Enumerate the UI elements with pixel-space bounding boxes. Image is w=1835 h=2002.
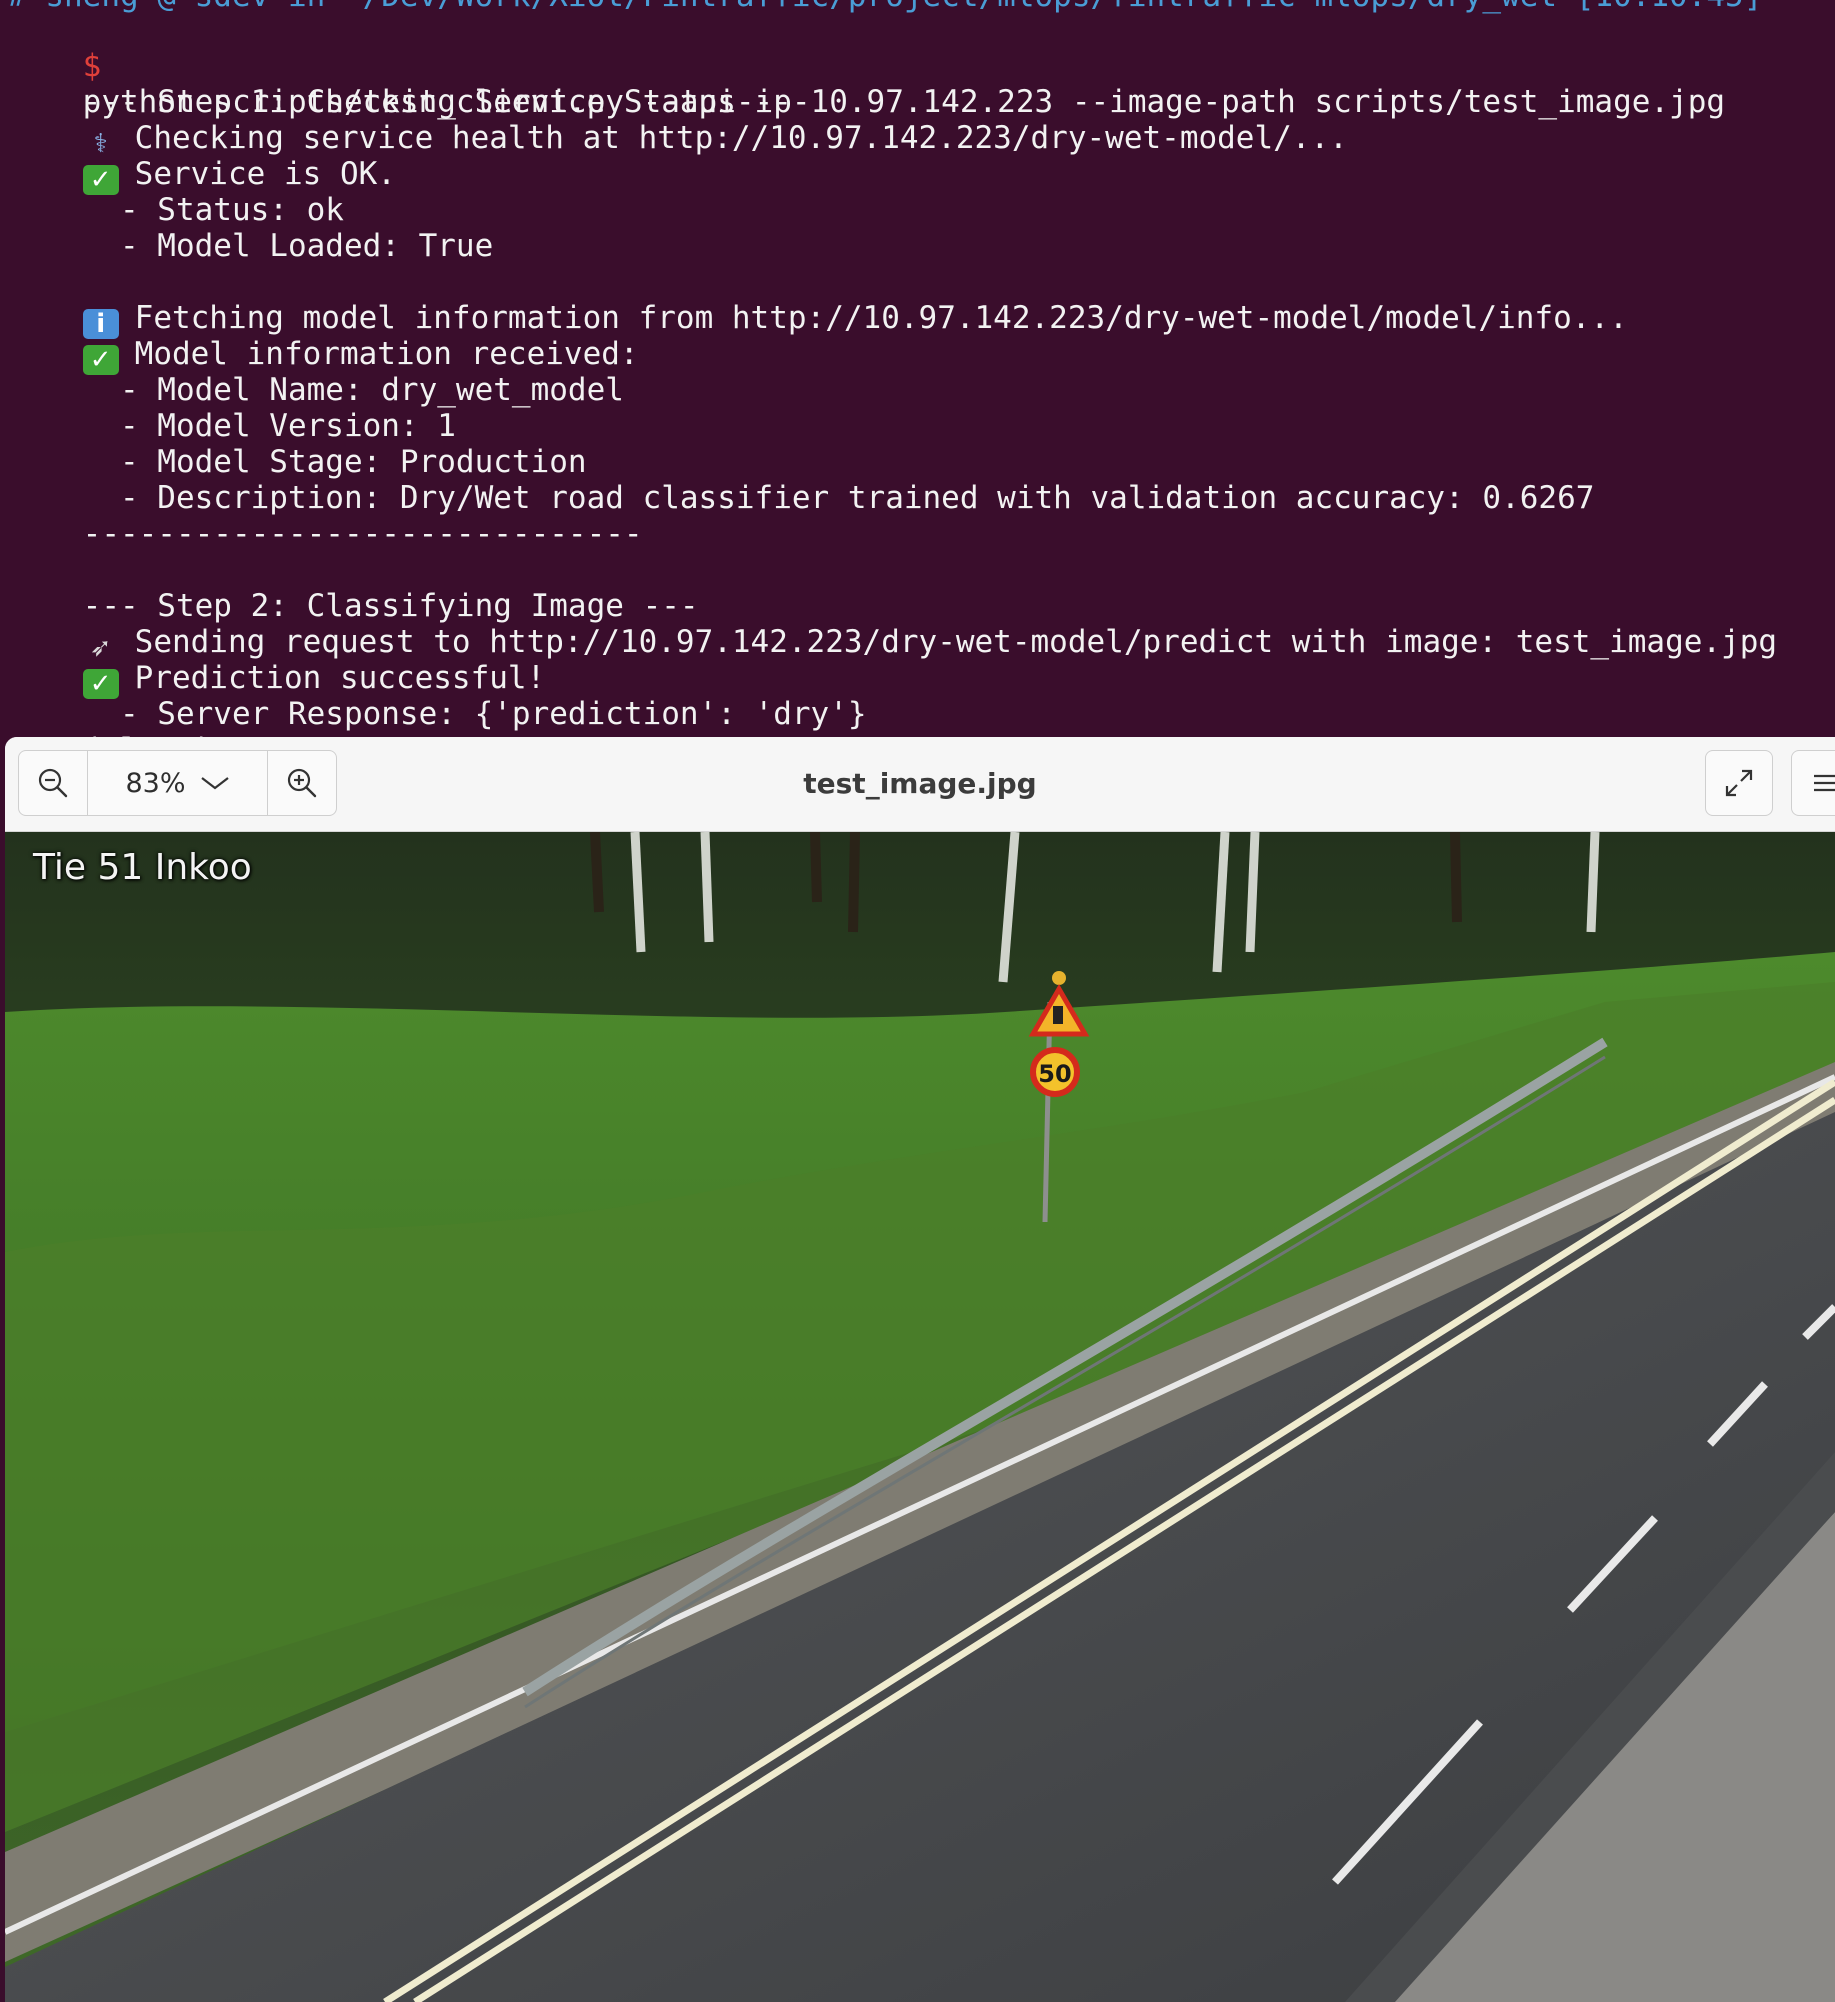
menu-button[interactable]: [1791, 750, 1835, 816]
road-camera-image[interactable]: 50: [5, 832, 1835, 2002]
model-loaded-line: - Model Loaded: True: [82, 228, 494, 264]
zoom-out-button[interactable]: [19, 751, 88, 815]
separator-line: ------------------------------: [82, 516, 643, 552]
output-line: ✓ Service is OK.: [8, 120, 396, 195]
output-line: - Model Stage: Production: [8, 408, 587, 480]
output-line: ➶ Sending request to http://10.97.142.223…: [8, 588, 1777, 663]
output-line: ⚕ Checking service health at http://10.97…: [8, 84, 1348, 159]
speed-limit-value: 50: [1038, 1060, 1071, 1088]
output-line: - Model Name: dry_wet_model: [8, 336, 624, 408]
command-line: $ python scripts/test_client.py --api-ip…: [8, 12, 1725, 120]
output-line: - Model Loaded: True: [8, 192, 493, 264]
output-line: - Server Response: {'prediction': 'dry'}: [8, 660, 867, 732]
output-line: - Status: ok: [8, 156, 344, 228]
terminal-window[interactable]: # sheng @ sdev in ~/Dev/Work/Xiot/Fintra…: [0, 0, 1835, 740]
zoom-level-dropdown[interactable]: 83%: [87, 751, 268, 815]
output-line: ------------------------------: [8, 480, 643, 552]
zoom-in-icon: [287, 768, 317, 798]
output-line: - Description: Dry/Wet road classifier t…: [8, 444, 1594, 516]
output-line: ✓ Model information received:: [8, 300, 639, 375]
output-line: ✓ Prediction successful!: [8, 624, 545, 699]
output-line: i Fetching model information from http://…: [8, 264, 1628, 339]
zoom-level-text: 83%: [125, 767, 186, 799]
zoom-in-button[interactable]: [267, 751, 336, 815]
fullscreen-icon: [1725, 769, 1753, 797]
zoom-out-icon: [38, 768, 68, 798]
chevron-down-icon: [200, 777, 229, 790]
zoom-control-group: 83%: [18, 750, 337, 816]
viewer-header-bar: 83% test_image.jpg: [5, 737, 1835, 832]
camera-caption: Tie 51 Inkoo: [33, 847, 252, 888]
output-line: --- Step 2: Classifying Image ---: [8, 552, 699, 624]
speed-limit-sign: 50: [1030, 1047, 1080, 1097]
fullscreen-button[interactable]: [1705, 750, 1773, 816]
output-line: --- Step 1: Checking Service Status ---: [8, 48, 811, 120]
output-line: (mlops): [8, 696, 214, 740]
output-line: - Model Version: 1: [8, 372, 456, 444]
image-viewer-window[interactable]: 83% test_image.jpg 50 Tie 51 Inkoo: [5, 737, 1835, 2002]
hamburger-menu-icon: [1814, 774, 1835, 792]
